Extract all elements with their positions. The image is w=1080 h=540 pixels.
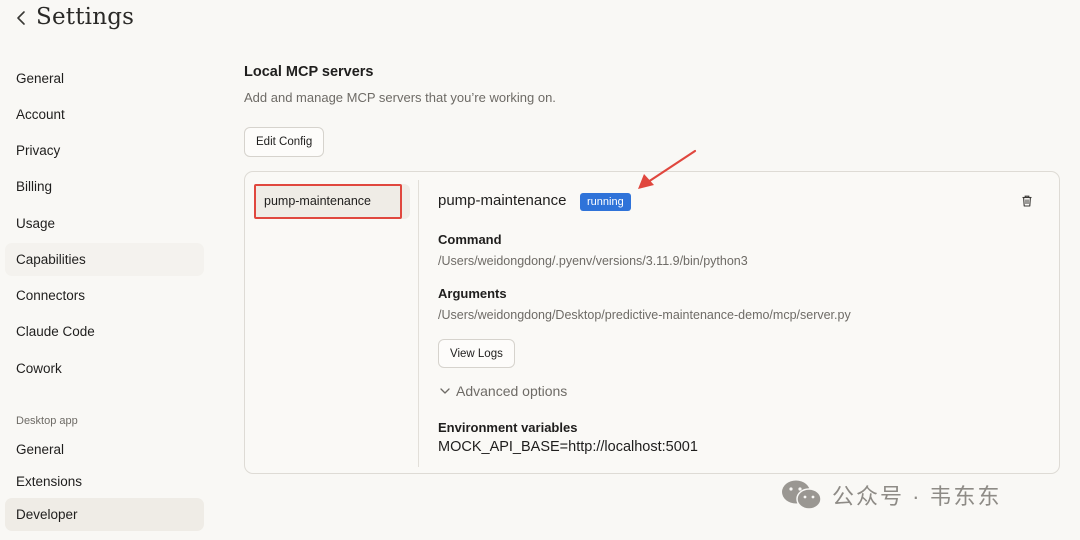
sidebar-item-account[interactable]: Account xyxy=(5,98,204,131)
server-detail-name: pump-maintenance xyxy=(438,192,567,209)
view-logs-button[interactable]: View Logs xyxy=(438,339,515,368)
sidebar-item-desktop-general[interactable]: General xyxy=(5,433,204,466)
sidebar-item-connectors[interactable]: Connectors xyxy=(5,279,204,312)
env-value: MOCK_API_BASE=http://localhost:5001 xyxy=(438,439,698,455)
sidebar-item-claude-code[interactable]: Claude Code xyxy=(5,315,204,348)
watermark-text: 公众号 · 韦东东 xyxy=(832,484,1002,509)
advanced-options-label: Advanced options xyxy=(456,383,568,399)
arguments-label: Arguments xyxy=(438,286,507,301)
divider xyxy=(418,180,419,467)
env-label: Environment variables xyxy=(438,420,578,435)
wechat-icon xyxy=(782,480,822,510)
status-badge: running xyxy=(580,193,631,211)
server-detail: pump-maintenance running Command /Users/… xyxy=(438,172,1048,472)
command-label: Command xyxy=(438,232,502,247)
chevron-left-icon[interactable] xyxy=(14,8,28,28)
sidebar-item-usage[interactable]: Usage xyxy=(5,207,204,240)
header: Settings xyxy=(0,0,1080,40)
sidebar-item-general[interactable]: General xyxy=(5,62,204,95)
sidebar-item-developer[interactable]: Developer xyxy=(5,498,204,531)
edit-config-button[interactable]: Edit Config xyxy=(244,127,325,157)
command-value: /Users/weidongdong/.pyenv/versions/3.11.… xyxy=(438,254,748,268)
annotation-highlight-box xyxy=(254,184,402,219)
section-title: Local MCP servers xyxy=(244,64,374,80)
watermark: 公众号 · 韦东东 xyxy=(780,477,1002,513)
sidebar-item-extensions[interactable]: Extensions xyxy=(5,465,204,498)
sidebar-item-cowork[interactable]: Cowork xyxy=(5,352,204,385)
advanced-options-toggle[interactable]: Advanced options xyxy=(438,383,567,399)
page-title: Settings xyxy=(36,4,135,30)
arguments-value: /Users/weidongdong/Desktop/predictive-ma… xyxy=(438,308,851,322)
sidebar-item-capabilities[interactable]: Capabilities xyxy=(5,243,204,276)
trash-icon[interactable] xyxy=(1020,194,1034,208)
sidebar-section-desktop-app: Desktop app xyxy=(16,415,78,427)
chevron-down-icon xyxy=(440,388,450,394)
sidebar-item-privacy[interactable]: Privacy xyxy=(5,134,204,167)
annotation-arrow-icon xyxy=(638,149,697,189)
sidebar-item-billing[interactable]: Billing xyxy=(5,170,204,203)
mcp-server-card: pump-maintenance pump-maintenance runnin… xyxy=(244,171,1060,474)
section-description: Add and manage MCP servers that you’re w… xyxy=(244,90,556,105)
